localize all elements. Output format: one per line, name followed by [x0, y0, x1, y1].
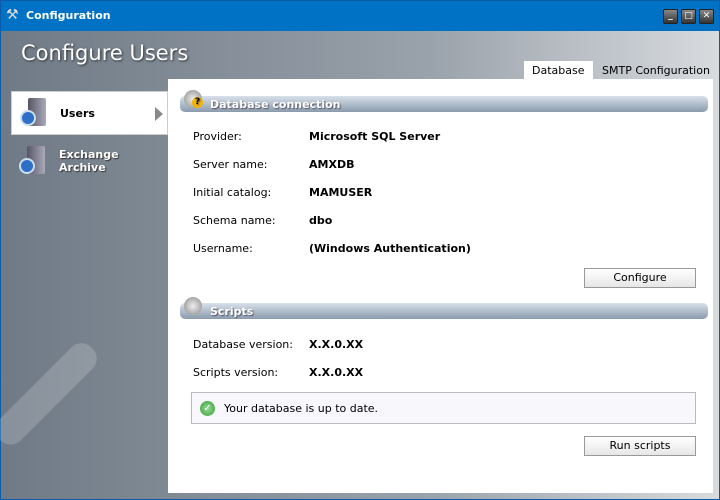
sidebar-item-users[interactable]: Users [11, 91, 168, 135]
status-text: Your database is up to date. [224, 402, 378, 415]
scripts-version-value: X.X.0.XX [309, 366, 363, 379]
sidebar: Users Exchange Archive [1, 79, 168, 499]
username-value: (Windows Authentication) [309, 242, 471, 255]
section-title: Scripts [210, 305, 253, 318]
status-message-box: ✓ Your database is up to date. [191, 392, 696, 424]
minimize-button[interactable]: _ [663, 9, 678, 24]
section-title: Database connection [210, 98, 341, 111]
run-scripts-button[interactable]: Run scripts [584, 436, 696, 456]
window-title: Configuration [26, 9, 111, 22]
provider-label: Provider: [193, 130, 242, 143]
database-version-value: X.X.0.XX [309, 338, 363, 351]
gears-icon [184, 297, 202, 315]
scripts-header: Scripts [180, 303, 708, 319]
check-icon: ✓ [200, 401, 215, 416]
database-version-label: Database version: [193, 338, 293, 351]
users-server-icon [18, 96, 52, 130]
database-connection-header: Database connection [180, 96, 708, 112]
close-button[interactable]: ✕ [699, 9, 714, 24]
initial-catalog-label: Initial catalog: [193, 186, 271, 199]
provider-value: Microsoft SQL Server [309, 130, 440, 143]
sidebar-item-exchange-archive[interactable]: Exchange Archive [11, 139, 121, 183]
chevron-right-icon [155, 107, 163, 121]
username-label: Username: [193, 242, 253, 255]
content-panel: Database connection Provider: Microsoft … [168, 79, 713, 493]
maximize-button[interactable]: □ [681, 9, 696, 24]
sidebar-item-label: Users [60, 107, 95, 120]
server-name-value: AMXDB [309, 158, 354, 171]
wrench-watermark-icon [0, 337, 103, 450]
initial-catalog-value: MAMUSER [309, 186, 372, 199]
scripts-version-label: Scripts version: [193, 366, 278, 379]
tab-database[interactable]: Database [524, 61, 593, 79]
exchange-archive-icon [17, 144, 51, 178]
schema-name-label: Schema name: [193, 214, 276, 227]
tools-icon: ⚒ [6, 7, 19, 23]
title-bar: ⚒ Configuration _ □ ✕ [1, 1, 719, 31]
tab-smtp-configuration[interactable]: SMTP Configuration [594, 61, 718, 79]
schema-name-value: dbo [309, 214, 332, 227]
configuration-window: ⚒ Configuration _ □ ✕ Configure Users Us… [0, 0, 720, 500]
configure-button[interactable]: Configure [584, 268, 696, 288]
server-name-label: Server name: [193, 158, 267, 171]
database-question-icon [184, 90, 202, 108]
sidebar-item-label: Exchange Archive [59, 148, 119, 174]
page-title: Configure Users [21, 41, 188, 65]
